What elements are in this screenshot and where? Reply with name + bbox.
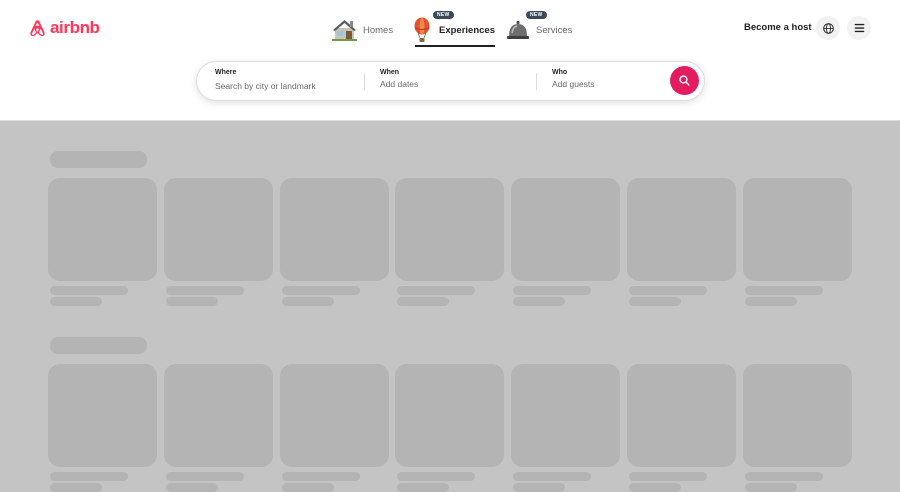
- card-subtitle-placeholder: [513, 297, 566, 306]
- where-input[interactable]: [215, 81, 355, 91]
- card-image-placeholder: [48, 178, 157, 281]
- card-subtitle-placeholder: [744, 483, 797, 492]
- card-image-placeholder: [163, 364, 273, 467]
- search-bar: Where When Add dates Who Add guests: [196, 61, 705, 101]
- house-icon: [332, 20, 357, 41]
- where-label: Where: [215, 69, 237, 76]
- hot-air-balloon-icon: [414, 17, 430, 42]
- card-title-placeholder: [513, 286, 592, 295]
- card-title-placeholder: [629, 472, 707, 481]
- service-bell-icon: [507, 21, 529, 39]
- language-button[interactable]: [816, 16, 840, 40]
- search-button[interactable]: [670, 66, 699, 95]
- hamburger-menu-icon: [854, 23, 864, 33]
- card-title-placeholder: [165, 286, 244, 295]
- tab-services-label: Services: [536, 24, 573, 36]
- card-title-placeholder: [281, 286, 360, 295]
- tab-experiences-label: Experiences: [439, 24, 495, 36]
- card-subtitle-placeholder: [629, 483, 681, 492]
- card-image-placeholder: [395, 178, 505, 281]
- search-divider: [536, 73, 537, 90]
- who-value: Add guests: [552, 79, 595, 89]
- card-subtitle-placeholder: [50, 483, 102, 492]
- card-title-placeholder: [744, 286, 823, 295]
- card-title-placeholder: [744, 472, 823, 481]
- card-subtitle-placeholder: [513, 483, 566, 492]
- card-subtitle-placeholder: [165, 483, 218, 492]
- card-subtitle-placeholder: [165, 297, 218, 306]
- card-title-placeholder: [50, 472, 128, 481]
- card-image-placeholder: [627, 178, 736, 281]
- card-image-placeholder: [163, 178, 273, 281]
- where-field[interactable]: Where: [215, 69, 355, 94]
- when-value: Add dates: [380, 79, 419, 89]
- card-image-placeholder: [742, 364, 852, 467]
- card-title-placeholder: [397, 472, 476, 481]
- card-image-placeholder: [742, 178, 852, 281]
- when-label: When: [380, 69, 400, 76]
- card-subtitle-placeholder: [744, 297, 797, 306]
- card-image-placeholder: [279, 364, 389, 467]
- tab-homes-label: Homes: [363, 24, 394, 36]
- card-title-placeholder: [50, 286, 128, 295]
- globe-icon: [822, 22, 834, 34]
- card-title-placeholder: [629, 286, 707, 295]
- who-label: Who: [552, 69, 568, 76]
- card-title-placeholder: [397, 286, 476, 295]
- card-image-placeholder: [511, 364, 621, 467]
- card-image-placeholder: [279, 178, 389, 281]
- card-image-placeholder: [511, 178, 621, 281]
- tab-experiences[interactable]: NEW Experiences: [411, 11, 495, 47]
- card-title-placeholder: [165, 472, 244, 481]
- card-subtitle-placeholder: [397, 483, 450, 492]
- new-badge: NEW: [526, 11, 547, 19]
- section-title-placeholder: [50, 151, 147, 168]
- card-subtitle-placeholder: [281, 483, 334, 492]
- card-image-placeholder: [395, 364, 505, 467]
- search-divider: [364, 73, 365, 90]
- card-subtitle-placeholder: [50, 297, 102, 306]
- card-subtitle-placeholder: [629, 297, 681, 306]
- who-field[interactable]: Who Add guests: [552, 69, 595, 89]
- card-title-placeholder: [513, 472, 592, 481]
- card-image-placeholder: [627, 364, 736, 467]
- search-icon: [679, 75, 690, 86]
- main-menu-button[interactable]: [847, 16, 871, 40]
- card-title-placeholder: [281, 472, 360, 481]
- card-subtitle-placeholder: [397, 297, 450, 306]
- card-subtitle-placeholder: [281, 297, 334, 306]
- when-field[interactable]: When Add dates: [380, 69, 418, 89]
- section-title-placeholder: [50, 337, 147, 354]
- top-header: airbnb Homes NEW Experiences NEW Service…: [0, 0, 900, 121]
- tab-homes[interactable]: Homes: [332, 14, 393, 46]
- new-badge: NEW: [433, 11, 454, 19]
- card-image-placeholder: [48, 364, 157, 467]
- tab-services[interactable]: NEW Services: [506, 11, 573, 46]
- become-a-host-link[interactable]: Become a host: [744, 22, 812, 33]
